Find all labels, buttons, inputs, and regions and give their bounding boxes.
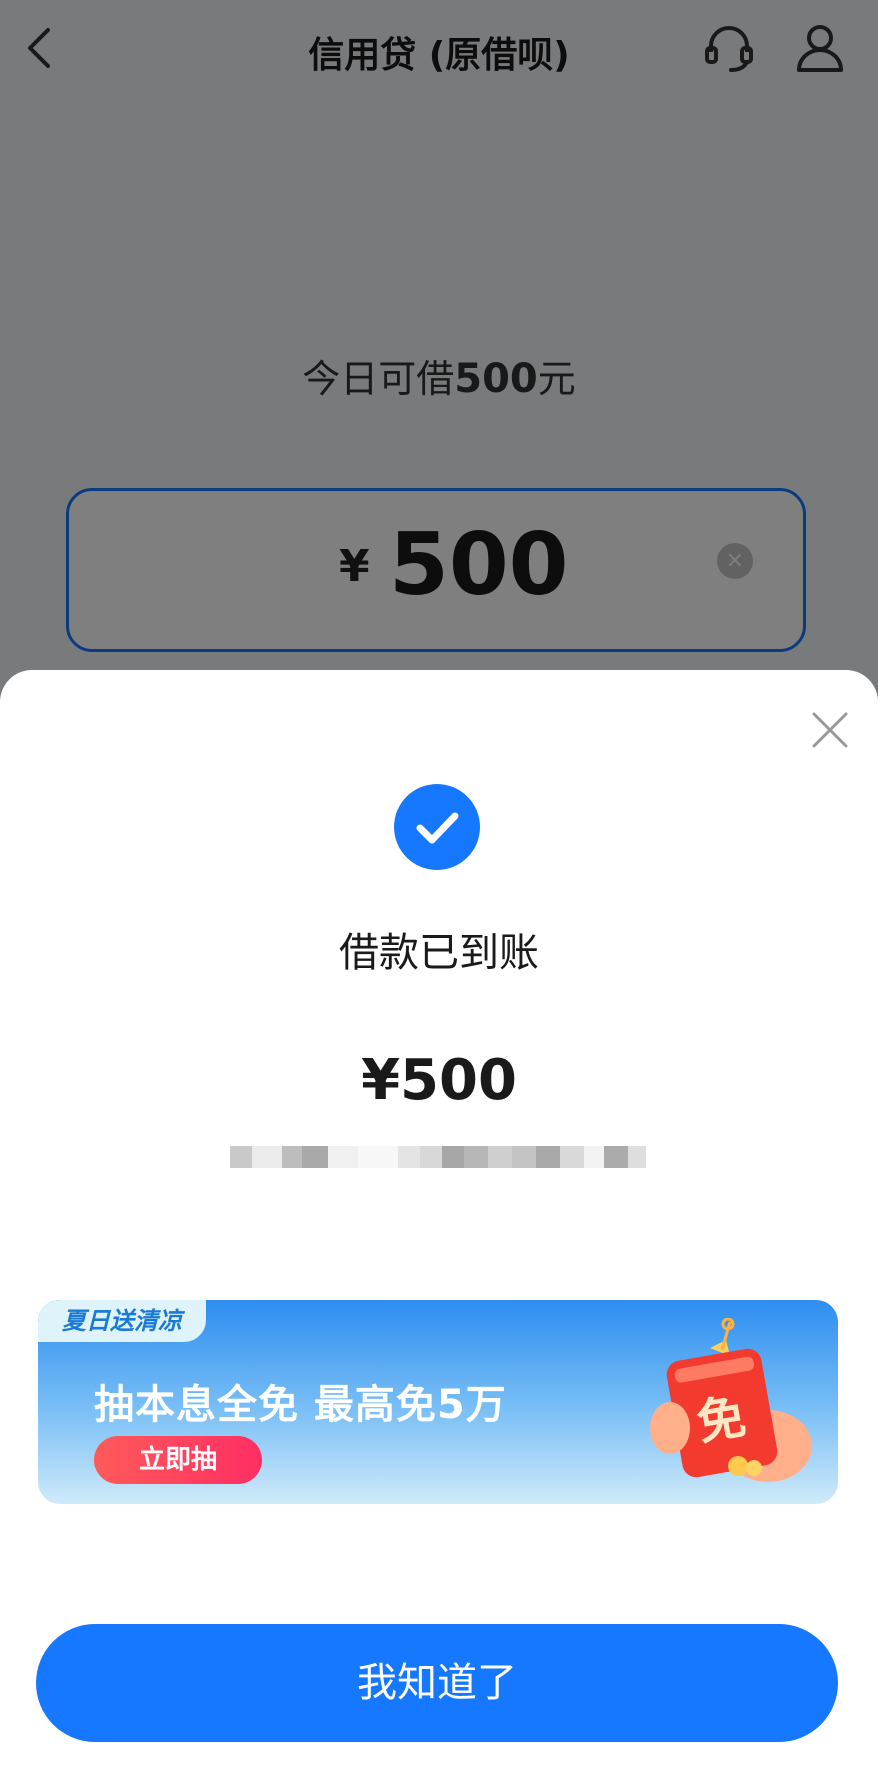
confirm-button[interactable]: 我知道了: [36, 1624, 838, 1742]
promo-tag: 夏日送清凉: [38, 1300, 206, 1342]
promo-banner[interactable]: 夏日送清凉 抽本息全免 最高免5万 立即抽 免: [38, 1300, 838, 1504]
draw-now-button[interactable]: 立即抽: [94, 1436, 262, 1484]
promo-title: 抽本息全免 最高免5万: [94, 1382, 507, 1428]
success-amount: ¥500: [361, 1048, 517, 1113]
blurred-account-info: [230, 1146, 650, 1168]
success-check-icon: [394, 784, 480, 870]
red-envelope-illustration: 免: [618, 1317, 818, 1496]
promo-art-text: 免: [693, 1388, 750, 1451]
close-icon[interactable]: [808, 708, 852, 752]
success-title: 借款已到账: [339, 930, 539, 976]
